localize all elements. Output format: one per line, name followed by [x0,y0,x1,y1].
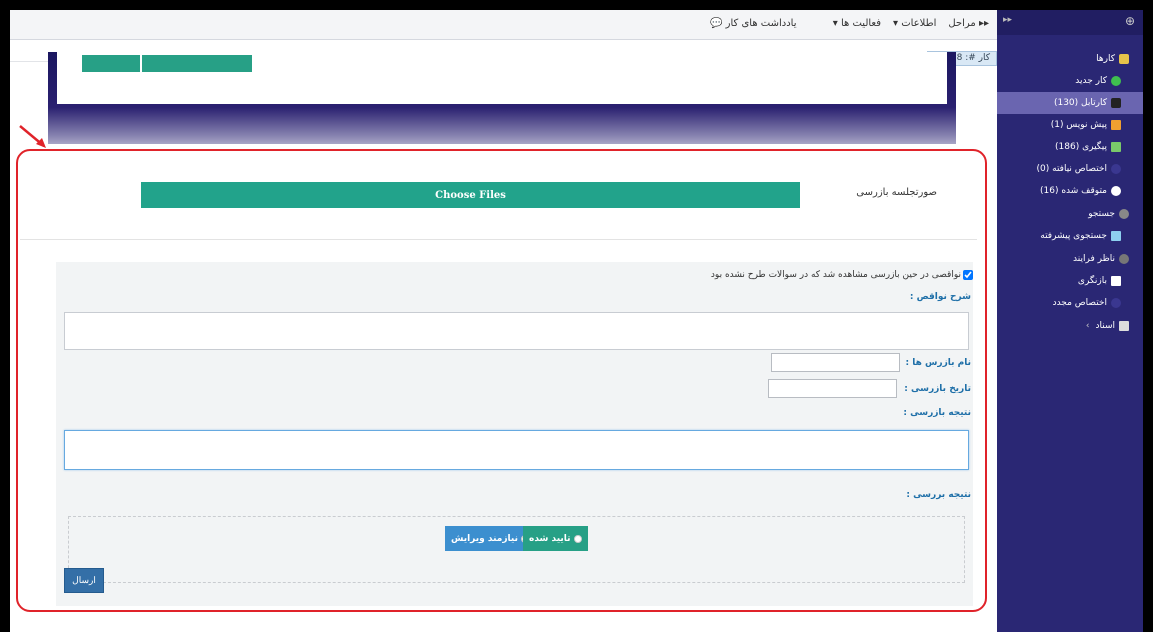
inspectors-input[interactable] [771,353,900,372]
inspection-result-label: نتیجه بازرسی : [903,408,971,418]
approved-label: تایید شده [529,533,571,544]
approved-radio[interactable]: تایید شده [523,526,588,551]
inspection-result-field[interactable] [64,430,969,470]
review-result-label: نتیجه بررسی : [906,490,971,500]
sidebar-label: جستجوی پیشرفته [1040,231,1107,241]
defects-checkbox-label: نواقصی در حین بازرسی مشاهده شد که در سوا… [710,270,961,280]
inbox-icon [1111,98,1121,108]
defects-description-label: شرح نواقص : [909,292,971,302]
upload-row: صورتجلسه بازرسی Choose Files [20,158,977,240]
sidebar-label: جستجو [1088,209,1115,219]
sidebar-item-stopped[interactable]: متوقف شده (16) [997,180,1143,202]
red-arrow-icon [19,125,46,148]
sidebar-label: پیگیری (186) [1055,142,1107,152]
task-notes-link[interactable]: یادداشت های کار 💬 [710,18,797,29]
document-icon [1111,142,1121,152]
submit-button[interactable]: ارسال [64,568,104,593]
sidebar-label: کارها [1096,54,1115,64]
sidebar-item-reassign[interactable]: اختصاص مجدد [997,292,1143,314]
search-document-icon [1111,231,1121,241]
sidebar-label: پیش نویس (1) [1050,120,1107,130]
binoculars-icon [1119,209,1129,219]
page-icon [1111,276,1121,286]
sidebar-label: ناظر فرایند [1073,254,1115,264]
previous-section-buttons [82,55,252,72]
upload-label: صورتجلسه بازرسی [856,187,937,198]
defects-description-field[interactable] [64,312,969,350]
reassign-icon [1111,298,1121,308]
top-toolbar: ▸▸ مراحل اطلاعات ▾ فعالیت ها ▾ یادداشت ه… [10,10,997,40]
sidebar-label: کارتابل (130) [1053,98,1107,108]
inspectors-label: نام بازرس ها : [905,358,971,368]
sidebar-label: متوقف شده (16) [1040,186,1107,196]
inspection-date-input[interactable] [768,379,897,398]
chat-icon: 💬 [710,18,723,29]
user-icon [1119,254,1129,264]
inspection-form: نواقصی در حین بازرسی مشاهده شد که در سوا… [56,262,973,606]
inspection-date-label: تاریخ بازرسی : [904,384,971,394]
sidebar-item-followup[interactable]: پیگیری (186) [997,136,1143,158]
top-menu: ▸▸ مراحل اطلاعات ▾ فعالیت ها ▾ [833,18,989,29]
menu-info[interactable]: اطلاعات ▾ [893,18,936,29]
sidebar-item-cartable[interactable]: کارتابل (130) [997,92,1143,114]
tasks-icon [1119,54,1129,64]
choose-files-button[interactable]: Choose Files [141,182,800,208]
sidebar-label: اسناد [1095,321,1115,331]
sidebar-label: کار جدید [1075,76,1107,86]
pencil-icon [1111,120,1121,130]
defects-checkbox[interactable] [963,270,973,280]
collapse-arrow-icon[interactable]: ▸▸ [1003,15,1012,25]
plus-icon [1111,76,1121,86]
sidebar-section-documents[interactable]: اسناد › [997,315,1143,337]
pause-icon [1111,186,1121,196]
menu-steps[interactable]: ▸▸ مراحل [948,18,989,29]
globe-icon[interactable]: ⊕ [1125,14,1135,28]
prev-button-2[interactable] [142,55,252,72]
refresh-icon [1111,164,1121,174]
sidebar: ▸▸ ⊕ کارها کار جدید کارتابل (130) پیش نو… [997,10,1143,632]
radio-dot-icon [573,534,582,543]
sidebar-item-new-task[interactable]: کار جدید [997,70,1143,92]
sidebar-label: اختصاص نیافته (0) [1036,164,1108,174]
sidebar-item-unassigned[interactable]: اختصاص نیافته (0) [997,158,1143,180]
needs-edit-radio[interactable]: نیازمند ویرایش [445,526,535,551]
sidebar-label: اختصاص مجدد [1052,298,1107,308]
sidebar-label: بازنگری [1077,276,1107,286]
needs-edit-label: نیازمند ویرایش [451,533,518,544]
folder-icon [1119,321,1129,331]
defects-checkbox-row: نواقصی در حین بازرسی مشاهده شد که در سوا… [711,270,973,280]
sidebar-section-process-supervisor[interactable]: ناظر فرایند [997,248,1143,270]
sidebar-item-drafts[interactable]: پیش نویس (1) [997,114,1143,136]
sidebar-item-advanced-search[interactable]: جستجوی پیشرفته [997,225,1143,247]
sidebar-item-review[interactable]: بازنگری [997,270,1143,292]
prev-button-1[interactable] [82,55,140,72]
sidebar-header: ▸▸ ⊕ [997,10,1143,35]
menu-activities[interactable]: فعالیت ها ▾ [833,18,881,29]
sidebar-section-search[interactable]: جستجو [997,203,1143,225]
sidebar-section-tasks[interactable]: کارها [997,48,1143,70]
chevron-left-icon: › [1085,321,1090,331]
